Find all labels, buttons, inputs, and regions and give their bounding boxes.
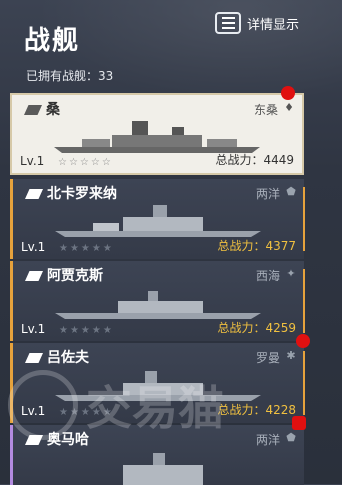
watermark-text: 交易猫 <box>86 381 224 435</box>
star-rating: ★★★★★ <box>59 325 114 336</box>
ship-level: Lv.1 <box>20 154 45 168</box>
shield-icon: ⬟ <box>286 185 296 198</box>
detail-toggle-button[interactable]: 详情显示 <box>215 12 299 34</box>
ship-name: 桑 <box>46 102 60 118</box>
ship-card[interactable]: 北卡罗来纳 两洋 ⬟ Lv.1 ★★★★★ 总战力：4377 <box>10 179 305 259</box>
page-title: 战舰 <box>24 26 81 56</box>
ship-nation: 西海 <box>255 269 280 283</box>
menu-icon <box>215 12 241 34</box>
notification-dot <box>296 334 310 348</box>
owned-count: 已拥有战舰：33 <box>26 69 114 83</box>
ship-nation: 东桑 <box>253 103 278 117</box>
ship-name: 北卡罗来纳 <box>47 186 117 202</box>
ship-card[interactable]: 阿贾克斯 西海 ✦ Lv.1 ★★★★★ 总战力：4259 <box>10 261 305 341</box>
star-rating: ☆☆☆☆☆ <box>58 157 113 168</box>
star-rating: ★★★★★ <box>59 243 114 254</box>
cruiser-type-icon <box>25 271 43 281</box>
ship-level: Lv.1 <box>21 322 46 336</box>
accent-bar <box>303 269 305 333</box>
ship-silhouette <box>55 291 261 319</box>
ship-level: Lv.1 <box>21 240 46 254</box>
total-power: 总战力：4377 <box>217 239 296 253</box>
ship-silhouette <box>54 121 260 153</box>
battleship-type-icon <box>24 105 42 115</box>
battleship-type-icon <box>25 189 43 199</box>
watermark: 交易猫 <box>8 360 338 450</box>
ship-name: 阿贾克斯 <box>47 268 103 284</box>
notification-dot <box>281 86 295 100</box>
ship-card[interactable]: 桑 东桑 ♦ Lv.1 ☆☆☆☆☆ 总战力：4449 <box>10 93 304 175</box>
emblem-icon: ✦ <box>286 267 296 280</box>
total-power: 总战力：4259 <box>217 321 296 335</box>
accent-bar <box>303 187 305 251</box>
total-power: 总战力：4449 <box>215 153 294 167</box>
ship-nation: 两洋 <box>255 187 280 201</box>
ship-silhouette <box>55 205 261 237</box>
cat-logo-icon <box>8 370 78 440</box>
bell-icon: ♦ <box>284 101 294 114</box>
ship-silhouette <box>123 453 203 485</box>
detail-label: 详情显示 <box>247 17 300 33</box>
